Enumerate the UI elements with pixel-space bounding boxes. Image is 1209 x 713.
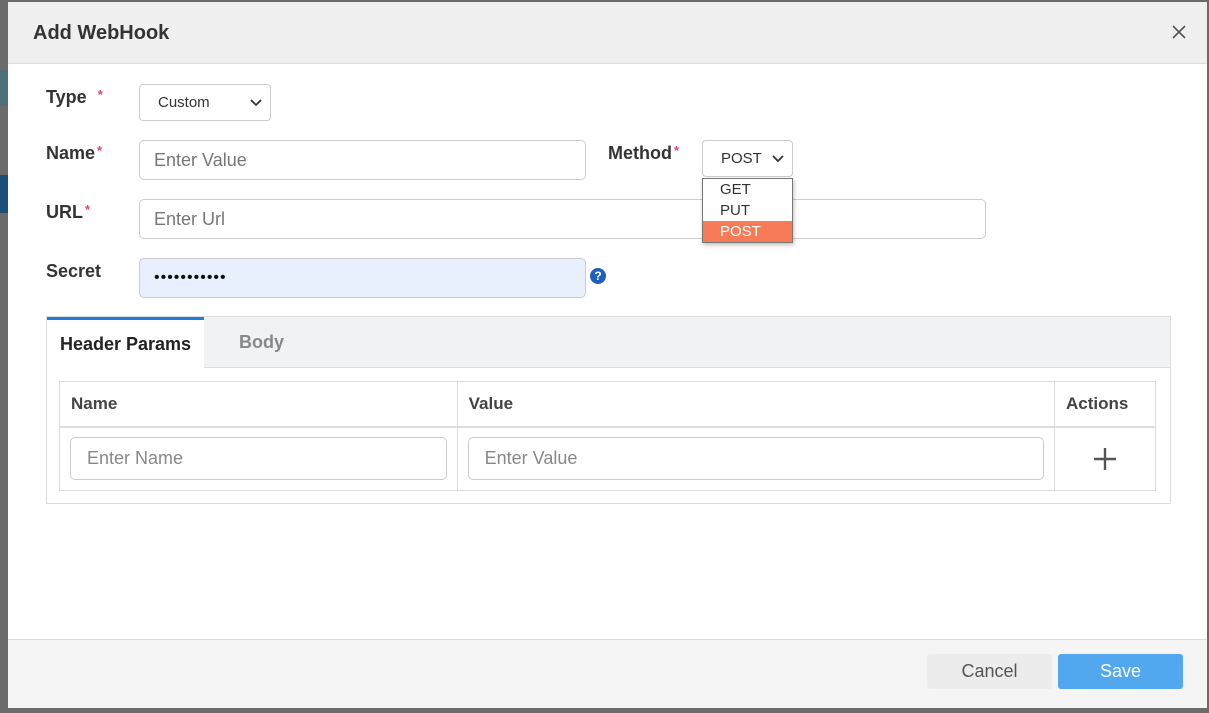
method-label-text: Method [608, 143, 672, 163]
column-header-value: Value [456, 381, 1056, 428]
required-mark: * [673, 143, 680, 158]
param-value-input[interactable]: Enter Value [467, 437, 1045, 481]
dialog-header: Add WebHook [8, 2, 1207, 64]
column-header-name: Name [59, 381, 458, 428]
close-icon [1172, 25, 1186, 39]
type-select[interactable]: Custom [139, 84, 271, 121]
type-select-value: Custom [158, 94, 210, 111]
name-label: Name * [46, 143, 102, 164]
column-header-actions: Actions [1054, 381, 1156, 428]
name-cell: Enter Name [59, 426, 458, 491]
url-label: URL * [46, 202, 90, 223]
dialog-title: Add WebHook [33, 22, 170, 44]
close-button[interactable] [1169, 22, 1189, 42]
header-params-table: Name Value Actions Enter Name Enter Valu… [59, 381, 1156, 491]
name-input[interactable]: Enter Value [139, 140, 586, 180]
question-circle-icon[interactable]: ? [590, 268, 606, 284]
dialog-footer: Cancel Save [8, 639, 1207, 708]
secret-label: Secret [46, 261, 102, 281]
param-name-input[interactable]: Enter Name [70, 437, 447, 481]
save-button[interactable]: Save [1058, 654, 1183, 689]
required-mark: * [97, 87, 103, 102]
type-label: Type * [46, 87, 103, 108]
table-row: Enter Name Enter Value [59, 426, 1156, 491]
url-input[interactable]: Enter Url [139, 199, 986, 239]
chevron-down-icon [250, 98, 262, 106]
params-tabs-panel: Header Params Body Name Value Actions En… [46, 316, 1171, 504]
table-header-row: Name Value Actions [59, 381, 1156, 428]
required-mark: * [97, 143, 103, 158]
tab-header-params[interactable]: Header Params [47, 317, 204, 369]
chevron-down-icon [772, 154, 784, 162]
background-active-item [0, 175, 8, 213]
method-option-get[interactable]: GET [703, 179, 792, 200]
add-webhook-dialog: Add WebHook Type * Custom Name * Enter Va… [8, 2, 1207, 708]
tab-body[interactable]: Body [204, 317, 319, 368]
tab-bar: Header Params Body [47, 317, 1170, 369]
method-select-value: POST [721, 150, 762, 167]
required-mark: * [85, 202, 91, 217]
type-label-text: Type [46, 87, 87, 107]
method-dropdown-list: GET PUT POST [702, 178, 793, 243]
method-select[interactable]: POST [702, 140, 793, 177]
url-label-text: URL [46, 202, 83, 222]
value-cell: Enter Value [456, 426, 1056, 491]
method-option-post[interactable]: POST [703, 221, 792, 242]
method-label: Method * [608, 143, 679, 164]
plus-icon [1094, 447, 1116, 470]
name-label-text: Name [46, 143, 96, 163]
cancel-button[interactable]: Cancel [927, 654, 1052, 689]
add-param-button[interactable] [1065, 446, 1145, 472]
method-option-put[interactable]: PUT [703, 200, 792, 221]
actions-cell [1054, 426, 1156, 491]
background-nav-item [0, 70, 8, 106]
secret-input[interactable]: ••••••••••• [139, 258, 586, 298]
